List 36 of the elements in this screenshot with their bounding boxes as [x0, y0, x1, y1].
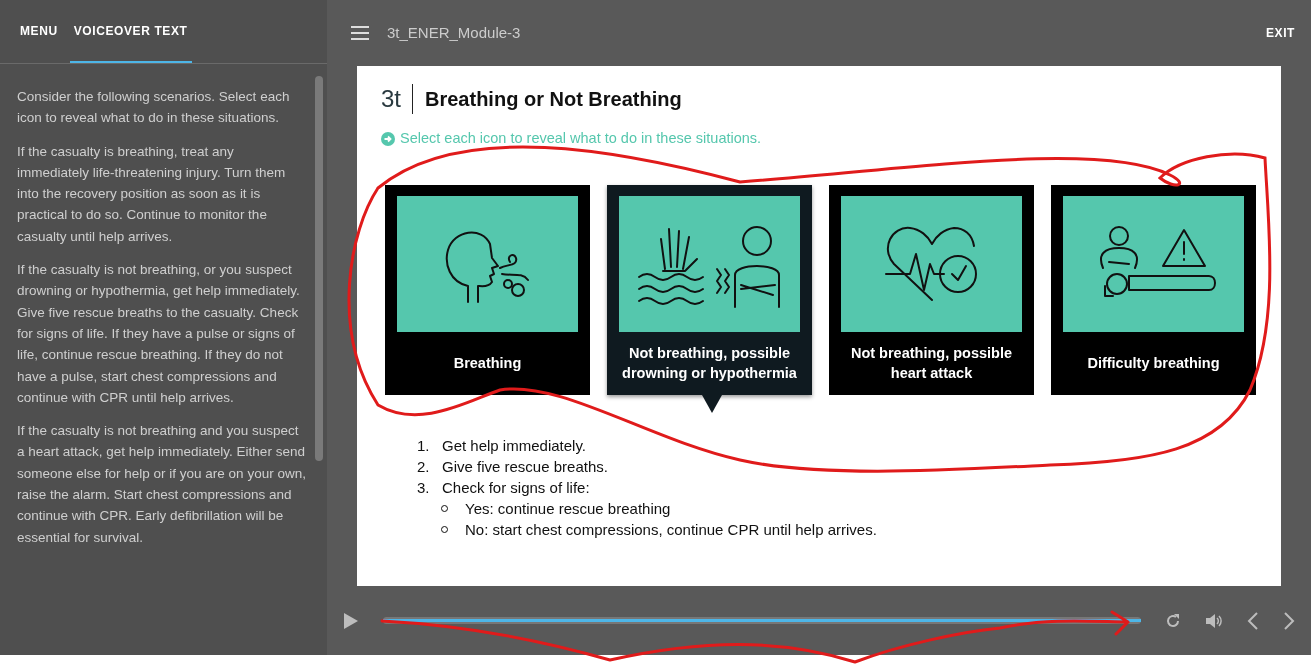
pointer-tail-icon	[702, 394, 722, 413]
volume-icon[interactable]	[1205, 612, 1223, 629]
card-label: Not breathing, possible heart attack	[849, 344, 1014, 384]
step-subitem: Yes: continue rescue breathing	[465, 498, 671, 519]
slide-title: Breathing or Not Breathing	[425, 87, 682, 112]
replay-icon[interactable]	[1165, 612, 1181, 629]
card-label: Not breathing, possible drowning or hypothermia	[621, 344, 798, 384]
card-label: Breathing	[453, 354, 522, 374]
exit-button[interactable]: EXIT	[1265, 24, 1295, 42]
scrollbar-thumb[interactable]	[315, 76, 323, 461]
voiceover-paragraph: If the casualty is not breathing and you suspect a heart attack, get help immediately. Either send someone else for help or if you are on your own, raise the alarm. Start chest compressions and continue with CPR. Early defibrillation will be essential for survival.	[17, 422, 307, 547]
step-subitem: No: start chest compressions, continue CPR until help arrives.	[465, 519, 877, 540]
scenario-card[interactable]: Not breathing, possible heart attack	[829, 184, 1034, 395]
card-label: Difficulty breathing	[1087, 354, 1220, 374]
arrow-circle-icon	[381, 131, 395, 146]
scenario-card[interactable]: Breathing	[385, 184, 590, 395]
scenario-card[interactable]: Not breathing, possible drowning or hypothermia	[607, 184, 812, 395]
menu-icon[interactable]	[351, 26, 369, 40]
scenario-card[interactable]: Difficulty breathing	[1051, 184, 1256, 395]
step-text: Get help immediately.	[442, 435, 586, 456]
voiceover-paragraph: If the casualty is not breathing, or you suspect drowning or hypothermia, get help immediately. Give five rescue breaths to the casualty. Check for signs of life. If they have a pulse or signs of life, continue rescue breathing. If they do not have a pulse, start chest compressions and continue with CPR until help arrives.	[17, 261, 301, 407]
step-number: 3.	[417, 477, 431, 498]
sidebar-tab[interactable]: VOICEOVER TEXT	[69, 0, 192, 63]
step-text: Give five rescue breaths.	[442, 456, 608, 477]
logo: 3t	[381, 84, 413, 114]
step-number: 1.	[417, 435, 431, 456]
voiceover-paragraph: If the casualty is breathing, treat any immediately life-threatening injury. Turn them into the recovery position as soon as it is practical to do so. Continue to monitor the casualty until help arrives.	[17, 142, 287, 246]
step-number: 2.	[417, 456, 431, 477]
instruction-text: Select each icon to reveal what to do in these situations.	[400, 129, 762, 148]
voiceover-paragraph: Consider the following scenarios. Select each icon to reveal what to do in these situations.	[17, 88, 291, 128]
step-text: Check for signs of life:	[442, 477, 590, 498]
course-title: 3t_ENER_Module-3	[387, 22, 521, 43]
next-icon[interactable]	[1283, 611, 1295, 630]
previous-icon[interactable]	[1247, 611, 1259, 630]
sidebar-tab[interactable]: MENU	[16, 0, 62, 63]
play-icon[interactable]	[343, 611, 359, 630]
